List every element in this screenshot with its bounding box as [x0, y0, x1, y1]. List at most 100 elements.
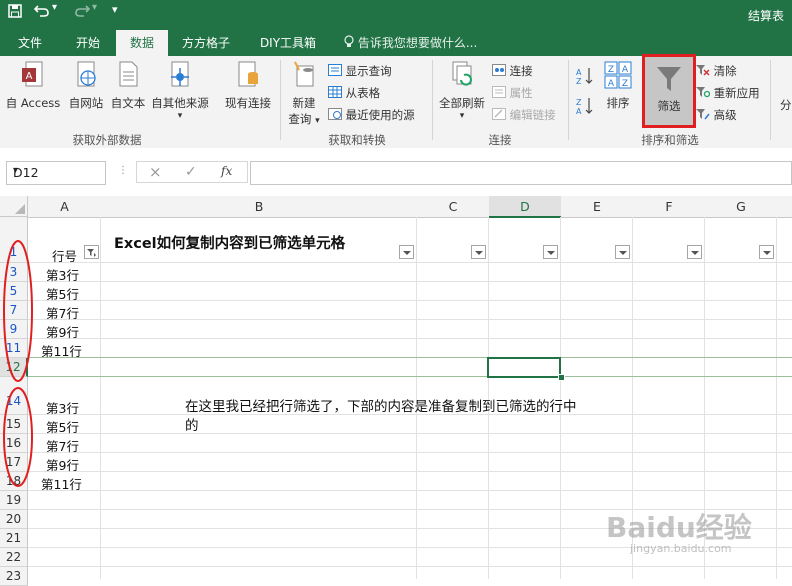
edit-links-button[interactable]: 编辑链接 — [492, 106, 556, 124]
tab-file[interactable]: 文件 — [4, 30, 56, 56]
reapply-label: 重新应用 — [713, 86, 760, 100]
cell-a1[interactable]: 行号 — [52, 246, 77, 265]
cell-a3[interactable]: 第3行 — [46, 265, 79, 284]
row-header-22[interactable]: 22 — [0, 548, 28, 567]
redo-dropdown-icon[interactable]: ▾ — [92, 2, 97, 13]
connections-button[interactable]: 连接 — [492, 62, 533, 80]
sort-dialog-icon: ZAAZ — [600, 60, 636, 93]
undo-dropdown-icon[interactable]: ▾ — [52, 2, 57, 13]
sort-button[interactable]: ZAAZ 排序 — [600, 60, 636, 111]
show-queries-icon — [328, 64, 342, 78]
next-group-button[interactable]: 分 — [780, 96, 792, 114]
column-header-d[interactable]: D — [489, 196, 562, 218]
enter-icon[interactable]: ✓ — [185, 164, 197, 180]
fill-handle[interactable] — [558, 374, 565, 381]
sort-az-icon: AZ — [575, 68, 595, 89]
show-queries-button[interactable]: 显示查询 — [328, 62, 392, 80]
filter-button[interactable]: 筛选 — [642, 54, 696, 128]
row-header-19[interactable]: 19 — [0, 491, 28, 510]
filter-dropdown-d[interactable] — [543, 245, 558, 259]
from-access-button[interactable]: A 自 Access — [2, 60, 64, 111]
edit-links-icon — [492, 108, 506, 122]
refresh-all-button[interactable]: 全部刷新 ▾ — [436, 60, 488, 121]
grip-icon: ⋮ — [118, 165, 128, 176]
refresh-all-label: 全部刷新 — [439, 96, 485, 110]
new-query-label-1: 新建 — [292, 96, 316, 110]
properties-button[interactable]: 属性 — [492, 84, 533, 102]
from-table-button[interactable]: 从表格 — [328, 84, 380, 102]
column-header-c[interactable]: C — [417, 196, 490, 218]
column-header-a[interactable]: A — [28, 196, 102, 218]
row-header-20[interactable]: 20 — [0, 510, 28, 529]
cell-a14[interactable]: 第3行 — [46, 398, 79, 417]
tell-me-box[interactable]: 告诉我您想要做什么... — [344, 30, 477, 56]
group-label-sort-filter: 排序和筛选 — [641, 133, 699, 147]
chevron-down-icon[interactable]: ▾ — [13, 165, 101, 176]
from-access-label: 自 Access — [5, 96, 61, 110]
cell-a18[interactable]: 第11行 — [41, 474, 82, 493]
from-web-label: 自网站 — [68, 96, 104, 110]
filter-dropdown-g[interactable] — [759, 245, 774, 259]
sort-descending-button[interactable]: ZA — [574, 96, 596, 119]
other-sources-icon — [148, 60, 212, 93]
cell-a16[interactable]: 第7行 — [46, 436, 79, 455]
redo-icon[interactable] — [74, 4, 91, 22]
column-header-next[interactable] — [777, 196, 792, 218]
clear-filter-button[interactable]: 清除 — [696, 62, 737, 80]
new-query-button[interactable]: 新建 查询 ▾ — [284, 60, 324, 127]
column-header-f[interactable]: F — [633, 196, 706, 218]
undo-icon[interactable] — [33, 4, 50, 22]
filter-label: 筛选 — [657, 99, 681, 113]
cell-b14-note[interactable]: 在这里我已经把行筛选了，下部的内容是准备复制到已筛选的行中 — [185, 395, 577, 415]
from-web-button[interactable]: 自网站 — [64, 60, 108, 111]
cell-a9[interactable]: 第9行 — [46, 322, 79, 341]
chevron-down-icon: ▾ — [177, 111, 183, 121]
cell-b14-note-wrap[interactable]: 的 — [185, 414, 199, 434]
cancel-icon[interactable]: × — [149, 163, 162, 181]
title-bar: ▾ ▾ ▾ 结算表 — [0, 0, 792, 30]
column-header-b[interactable]: B — [101, 196, 418, 218]
group-separator — [432, 60, 433, 140]
select-all-corner[interactable] — [0, 196, 28, 217]
row-header-21[interactable]: 21 — [0, 529, 28, 548]
gridline — [28, 490, 792, 491]
row-header-23[interactable]: 23 — [0, 567, 28, 586]
existing-connections-button[interactable]: 现有连接 — [220, 60, 276, 111]
filter-dropdown-b[interactable] — [399, 245, 414, 259]
advanced-filter-button[interactable]: 高级 — [696, 106, 737, 124]
filter-active-button-a[interactable] — [84, 245, 99, 259]
chevron-down-icon: ▾ — [459, 111, 465, 121]
gridline — [28, 262, 792, 263]
tab-home[interactable]: 开始 — [62, 30, 114, 56]
tab-diy-toolbox[interactable]: DIY工具箱 — [250, 30, 326, 56]
filter-dropdown-f[interactable] — [687, 245, 702, 259]
group-label-connections: 连接 — [488, 133, 512, 147]
reapply-button[interactable]: 重新应用 — [696, 84, 760, 102]
filter-dropdown-e[interactable] — [615, 245, 630, 259]
cell-a5[interactable]: 第5行 — [46, 284, 79, 303]
filter-dropdown-c[interactable] — [471, 245, 486, 259]
name-box[interactable]: D12 ▾ — [6, 161, 106, 185]
from-table-label: 从表格 — [345, 86, 381, 100]
svg-text:A: A — [622, 65, 629, 75]
gridline — [28, 566, 792, 567]
cell-a11[interactable]: 第11行 — [41, 341, 82, 360]
cell-a7[interactable]: 第7行 — [46, 303, 79, 322]
column-header-e[interactable]: E — [561, 196, 634, 218]
selected-cell-d12[interactable] — [487, 357, 561, 378]
column-header-g[interactable]: G — [705, 196, 778, 218]
insert-function-icon[interactable]: fx — [221, 164, 232, 178]
customize-icon[interactable]: ▾ — [112, 3, 118, 16]
sort-ascending-button[interactable]: AZ — [574, 66, 596, 89]
formula-input[interactable] — [250, 161, 792, 185]
cell-b1-title[interactable]: Excel如何复制内容到已筛选单元格 — [114, 232, 345, 253]
cell-a17[interactable]: 第9行 — [46, 455, 79, 474]
from-text-button[interactable]: 自文本 — [106, 60, 150, 111]
tab-fangfang[interactable]: 方方格子 — [172, 30, 240, 56]
existing-connections-icon — [220, 60, 276, 93]
tab-data[interactable]: 数据 — [116, 30, 168, 56]
from-other-sources-button[interactable]: 自其他来源 ▾ — [148, 60, 212, 121]
save-icon[interactable] — [8, 4, 22, 22]
cell-a15[interactable]: 第5行 — [46, 417, 79, 436]
recent-sources-button[interactable]: 最近使用的源 — [328, 106, 415, 124]
